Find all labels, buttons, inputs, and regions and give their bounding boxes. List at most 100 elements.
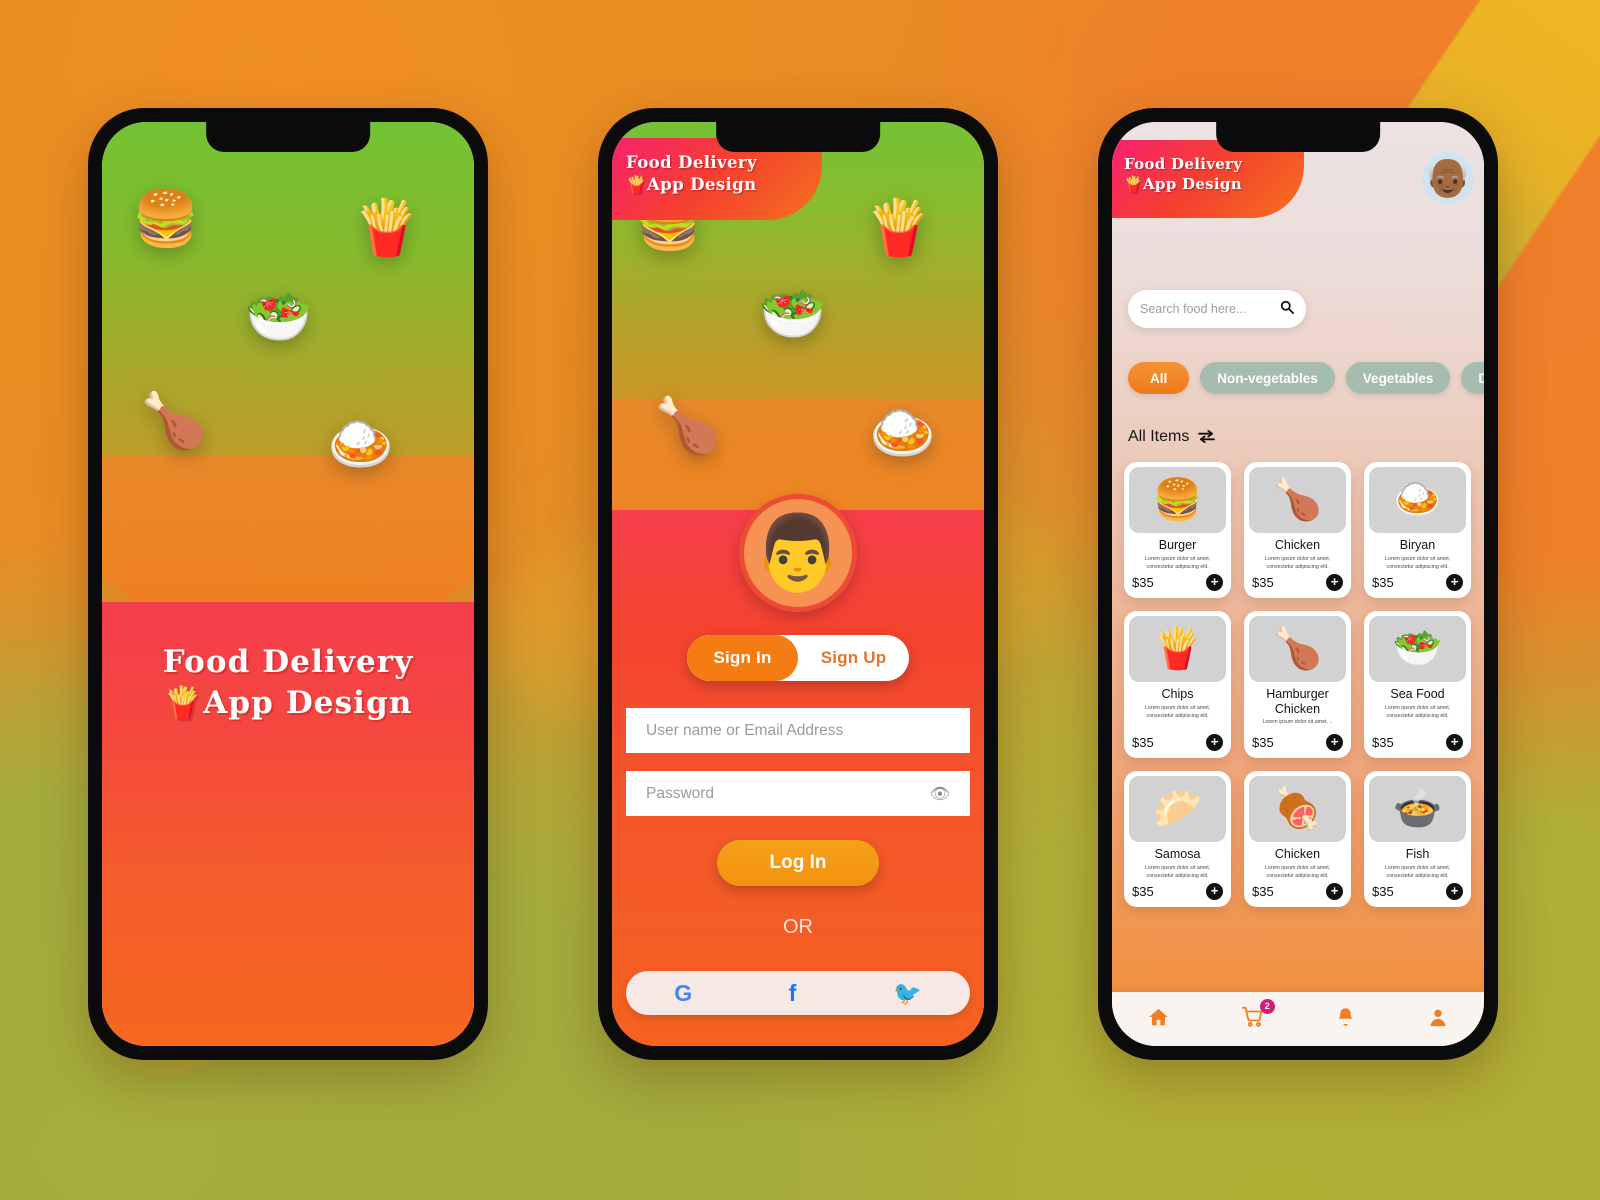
food-card-description: Lorem ipsum dolor sit amet, consectetur … — [1384, 556, 1451, 570]
phone-notch — [206, 122, 370, 152]
food-card[interactable]: 🥗 Sea Food Lorem ipsum dolor sit amet, c… — [1364, 610, 1471, 759]
search-placeholder: Search food here... — [1140, 302, 1247, 316]
add-to-cart-button[interactable]: + — [1326, 573, 1343, 591]
nav-cart-icon[interactable]: 2 — [1241, 999, 1275, 1032]
food-card-price: $35 — [1372, 884, 1394, 900]
food-card[interactable]: 🍗 Chicken Lorem ipsum dolor sit amet, co… — [1244, 462, 1351, 598]
brand-emoji: 🍟 — [1124, 175, 1143, 194]
food-card-image: 🍛 — [1369, 467, 1466, 533]
phone-notch — [716, 122, 880, 152]
chip-all[interactable]: All — [1128, 362, 1190, 394]
search-icon[interactable] — [1280, 300, 1294, 318]
nav-home-icon[interactable] — [1147, 1006, 1170, 1032]
facebook-icon[interactable]: f — [789, 981, 797, 1005]
add-to-cart-button[interactable]: + — [1446, 734, 1463, 752]
food-card-name: Chips — [1161, 686, 1194, 701]
splash-title: Food Delivery 🍟App Design — [102, 642, 474, 724]
brand-line1: Food Delivery — [626, 153, 758, 172]
food-card-image: 🥗 — [1369, 615, 1466, 682]
food-image-biryani: 🍛 — [327, 414, 395, 474]
food-card-footer: $35 + — [1244, 572, 1351, 591]
food-card-image: 🍟 — [1129, 615, 1226, 682]
food-card[interactable]: 🍗 Hamburger Chicken Lorem ipsum dolor si… — [1244, 610, 1351, 759]
food-card-description: Lorem ipsum dolor sit amet, .. — [1262, 719, 1333, 726]
social-login-bar: G f 🐦 — [626, 971, 970, 1015]
chip-drinks[interactable]: Drinks — [1461, 362, 1484, 394]
food-card-name: Fish — [1405, 847, 1430, 862]
add-to-cart-button[interactable]: + — [1206, 734, 1223, 752]
login-screen: 🍔 🍟 🥗 🍗 🍛 Food Delivery 🍟App Design 👨 Si… — [612, 122, 984, 1046]
food-card-description: Lorem ipsum dolor sit amet, consectetur … — [1144, 704, 1211, 719]
food-image-roast-chicken: 🍗 — [654, 396, 722, 456]
chip-non-vegetables[interactable]: Non-vegetables — [1200, 362, 1335, 394]
splash-screen: 🍔 🍟 🥗 🍗 🍛 Food Delivery 🍟App Design — [102, 122, 474, 1046]
food-image-burger: 🍔 — [132, 189, 200, 249]
splash-content: 🍔 🍟 🥗 🍗 🍛 Food Delivery 🍟App Design — [102, 122, 474, 1046]
food-card-footer: $35 + — [1124, 881, 1231, 901]
google-icon[interactable]: G — [674, 981, 692, 1005]
food-card-footer: $35 + — [1364, 572, 1471, 591]
food-card[interactable]: 🍲 Fish Lorem ipsum dolor sit amet, conse… — [1364, 771, 1471, 908]
food-card-name: Sea Food — [1390, 686, 1445, 701]
food-card[interactable]: 🍔 Burger Lorem ipsum dolor sit amet, con… — [1124, 462, 1231, 598]
sort-filter-icon[interactable] — [1198, 429, 1216, 446]
category-filter-chips: All Non-vegetables Vegetables Drinks — [1128, 362, 1484, 394]
food-image-fries: 🍟 — [353, 198, 421, 258]
food-card-price: $35 — [1252, 735, 1274, 751]
phone-mockup-login: 🍔 🍟 🥗 🍗 🍛 Food Delivery 🍟App Design 👨 Si… — [598, 108, 998, 1060]
phone-notch — [1216, 122, 1380, 152]
food-card-footer: $35 + — [1364, 881, 1471, 901]
food-card[interactable]: 🥟 Samosa Lorem ipsum dolor sit amet, con… — [1124, 771, 1231, 908]
splash-title-line1: Food Delivery — [162, 644, 414, 680]
home-screen: Food Delivery 🍟App Design 👴🏾 Search food… — [1112, 122, 1484, 1046]
food-card-price: $35 — [1372, 574, 1394, 590]
add-to-cart-button[interactable]: + — [1326, 883, 1343, 901]
nav-notifications-icon[interactable] — [1335, 1006, 1356, 1032]
food-card-price: $35 — [1252, 574, 1274, 590]
food-image-salad: 🥗 — [245, 287, 313, 347]
username-field[interactable]: User name or Email Address — [626, 708, 970, 753]
food-card-image: 🍔 — [1129, 467, 1226, 533]
add-to-cart-button[interactable]: + — [1206, 573, 1223, 591]
food-card-footer: $35 + — [1244, 881, 1351, 901]
food-card-image: 🍗 — [1249, 467, 1346, 533]
food-card-image: 🍗 — [1249, 615, 1346, 682]
food-card-description: Lorem ipsum dolor sit amet, consectetur … — [1384, 704, 1451, 719]
tab-sign-in[interactable]: Sign In — [687, 635, 798, 681]
password-field[interactable]: Password 👁 — [626, 771, 970, 816]
add-to-cart-button[interactable]: + — [1326, 734, 1343, 752]
food-card-description: Lorem ipsum dolor sit amet, consectetur … — [1264, 865, 1331, 880]
add-to-cart-button[interactable]: + — [1446, 883, 1463, 901]
brand-line1: Food Delivery — [1124, 155, 1243, 173]
nav-profile-icon[interactable] — [1427, 1006, 1449, 1032]
log-in-button[interactable]: Log In — [717, 840, 879, 886]
add-to-cart-button[interactable]: + — [1206, 883, 1223, 901]
bottom-navigation: 2 — [1112, 992, 1484, 1046]
food-card-description: Lorem ipsum dolor sit amet, consectetur … — [1144, 556, 1211, 570]
food-card-image: 🍲 — [1369, 776, 1466, 843]
food-card[interactable]: 🍟 Chips Lorem ipsum dolor sit amet, cons… — [1124, 610, 1231, 759]
food-card-name: Hamburger Chicken — [1266, 686, 1329, 716]
food-card-name: Samosa — [1154, 847, 1201, 862]
food-card-price: $35 — [1132, 735, 1154, 751]
food-image-roast-chicken: 🍗 — [140, 391, 208, 451]
food-card[interactable]: 🍛 Biryan Lorem ipsum dolor sit amet, con… — [1364, 462, 1471, 598]
profile-avatar[interactable]: 👴🏾 — [1422, 152, 1474, 204]
food-item-grid: 🍔 Burger Lorem ipsum dolor sit amet, con… — [1124, 462, 1484, 908]
password-placeholder: Password — [646, 784, 715, 802]
tab-sign-up[interactable]: Sign Up — [798, 635, 909, 681]
show-password-icon[interactable]: 👁 — [930, 784, 950, 804]
section-header: All Items — [1128, 428, 1216, 446]
food-card-footer: $35 + — [1124, 572, 1231, 591]
food-card-price: $35 — [1132, 574, 1154, 590]
food-card-price: $35 — [1252, 884, 1274, 900]
food-card[interactable]: 🍖 Chicken Lorem ipsum dolor sit amet, co… — [1244, 771, 1351, 908]
username-placeholder: User name or Email Address — [646, 721, 844, 739]
add-to-cart-button[interactable]: + — [1446, 573, 1463, 591]
search-input[interactable]: Search food here... — [1128, 290, 1306, 328]
twitter-icon[interactable]: 🐦 — [893, 981, 922, 1005]
food-card-name: Chicken — [1274, 847, 1321, 862]
section-title: All Items — [1128, 428, 1190, 445]
chip-vegetables[interactable]: Vegetables — [1345, 362, 1451, 394]
home-content: Food Delivery 🍟App Design 👴🏾 Search food… — [1112, 122, 1484, 1046]
